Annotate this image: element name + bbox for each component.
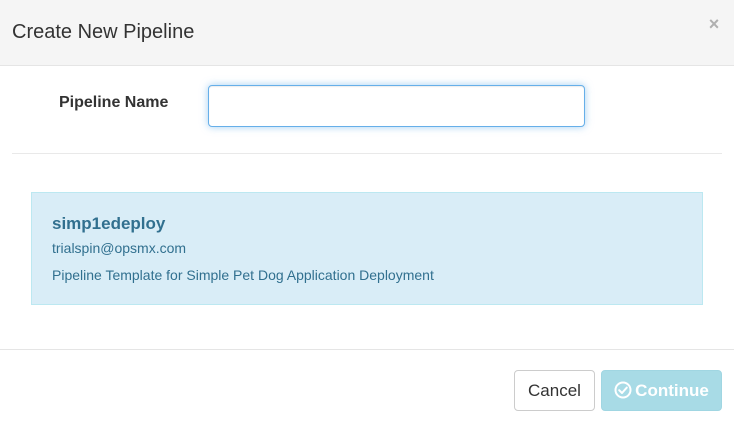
- continue-label: Continue: [635, 381, 709, 400]
- continue-button[interactable]: Continue: [601, 370, 722, 411]
- pipeline-name-input[interactable]: [208, 85, 585, 127]
- template-owner: trialspin@opsmx.com: [52, 240, 187, 256]
- modal-title: Create New Pipeline: [12, 21, 195, 43]
- divider: [12, 153, 722, 154]
- modal-header: Create New Pipeline ×: [0, 0, 734, 66]
- cancel-button[interactable]: Cancel: [514, 370, 595, 411]
- template-name: simp1edeploy: [52, 214, 166, 233]
- pipeline-name-row: Pipeline Name: [0, 67, 734, 153]
- modal-footer: Cancel Continue: [0, 349, 734, 422]
- pipeline-template-card[interactable]: simp1edeploy trialspin@opsmx.com Pipelin…: [31, 192, 703, 305]
- check-circle-icon: [614, 381, 632, 399]
- close-icon[interactable]: ×: [706, 14, 722, 34]
- pipeline-name-label: Pipeline Name: [59, 94, 169, 111]
- create-pipeline-modal: Create New Pipeline × Pipeline Name simp…: [0, 0, 734, 422]
- template-description: Pipeline Template for Simple Pet Dog App…: [52, 267, 434, 283]
